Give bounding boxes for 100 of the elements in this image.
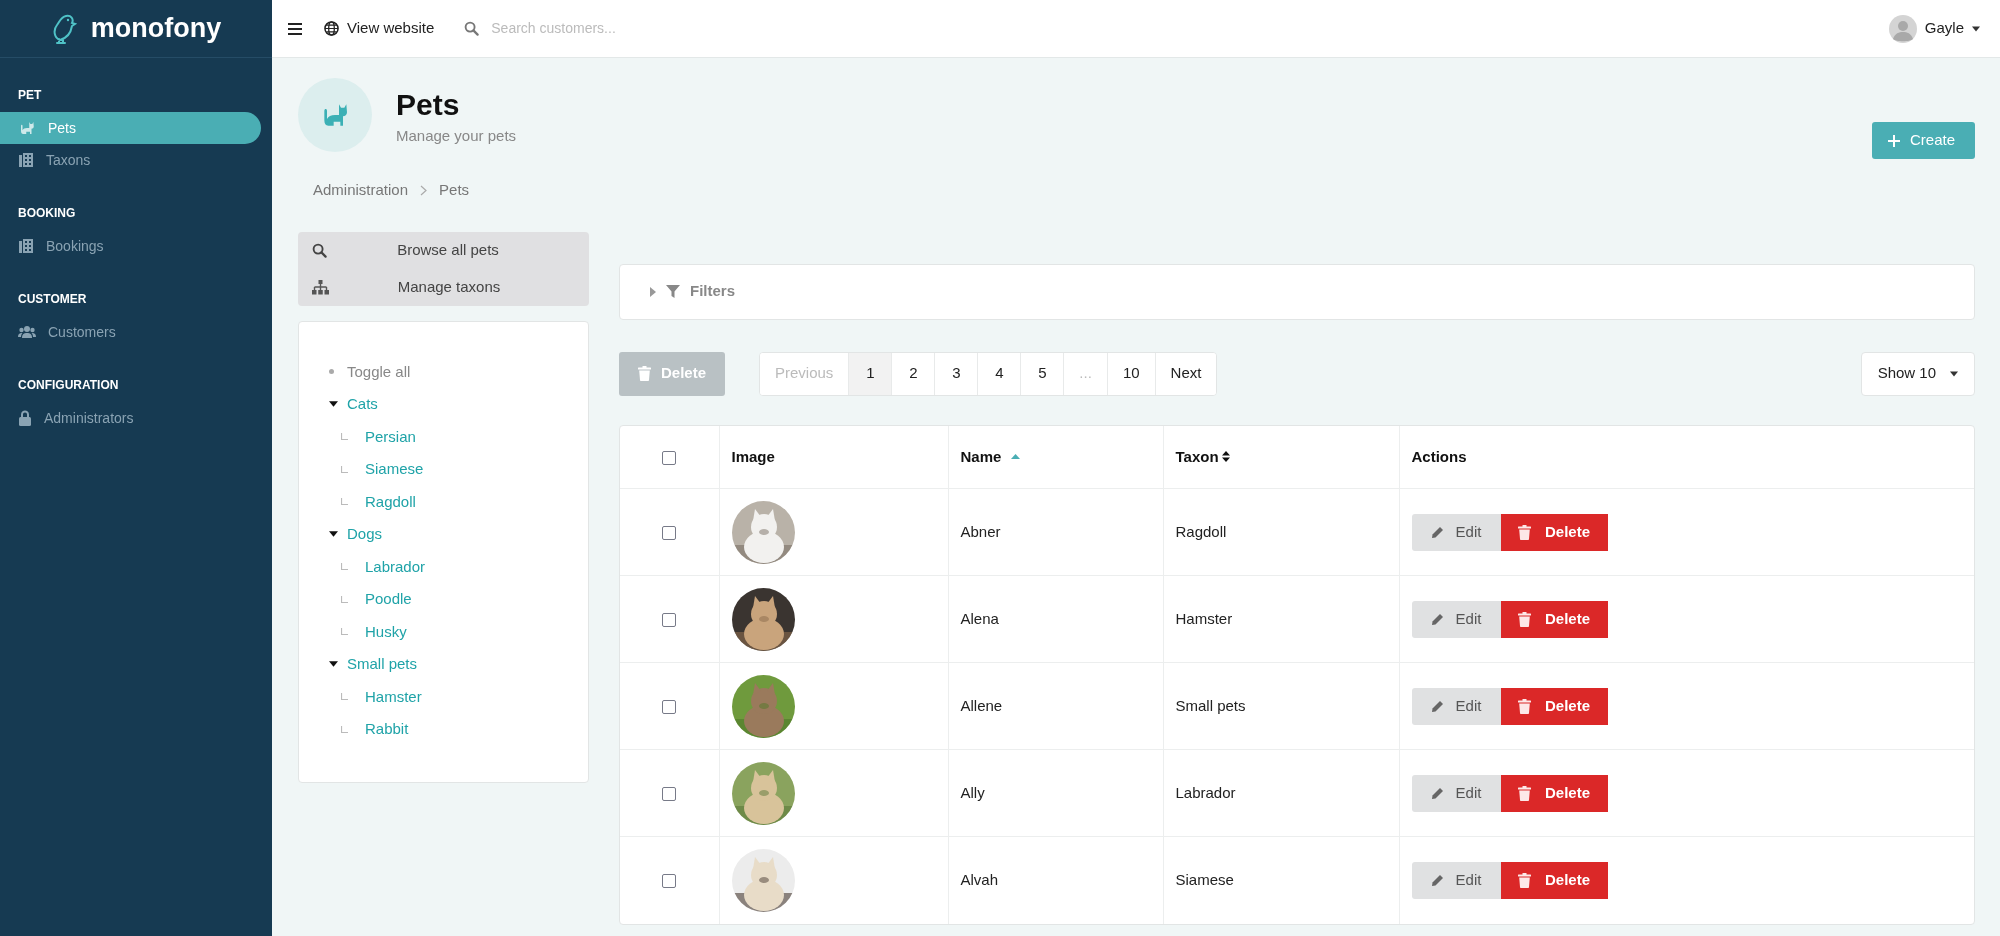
tree-item[interactable]: Persian <box>365 425 416 448</box>
branch-icon <box>341 498 348 506</box>
section-heading: CUSTOMER <box>17 291 88 308</box>
menu-item[interactable]: Manage taxons <box>298 268 589 306</box>
users-icon <box>18 325 36 339</box>
funnel-icon <box>666 284 680 299</box>
table-cell: Alvah <box>960 871 999 888</box>
branch-icon <box>341 693 348 701</box>
branch-icon <box>341 628 348 636</box>
tree-item[interactable]: Small pets <box>347 653 418 676</box>
logo-text: monofony <box>90 12 222 46</box>
toggle-all-link[interactable]: Toggle all <box>347 360 411 383</box>
sidebar-item[interactable]: Pets <box>0 112 261 144</box>
breadcrumb-item[interactable]: Administration <box>313 179 409 202</box>
table-cell: Allene <box>960 696 1003 714</box>
view-website-link[interactable]: View website <box>324 17 435 40</box>
table-cell: Ragdoll <box>1175 522 1227 540</box>
delete-button[interactable]: Delete <box>1500 513 1608 551</box>
sidebar-item[interactable]: Taxons <box>0 144 261 176</box>
delete-button[interactable]: Delete <box>1500 774 1608 812</box>
table-cell: Hamster <box>1175 609 1233 627</box>
edit-button[interactable]: Edit <box>1411 774 1501 812</box>
checkbox[interactable] <box>662 450 677 465</box>
tree-item[interactable]: Husky <box>365 620 407 643</box>
delete-button[interactable]: Delete <box>1500 687 1608 725</box>
page-subtitle: Manage your pets <box>396 126 517 146</box>
building-icon <box>18 238 34 254</box>
globe-icon <box>324 21 339 36</box>
tree-item[interactable]: Ragdoll <box>365 490 416 513</box>
table-cell: Small pets <box>1175 696 1246 714</box>
tree-item[interactable]: Labrador <box>365 555 426 578</box>
avatar-icon <box>1888 14 1917 43</box>
sitemap-icon <box>312 279 329 295</box>
branch-icon <box>341 563 348 571</box>
page-link[interactable]: 1 <box>848 352 892 395</box>
per-page-dropdown[interactable]: Show 10 <box>1860 351 1975 396</box>
trash-icon <box>1518 698 1531 714</box>
branch-icon <box>341 595 348 603</box>
page-link[interactable]: Next <box>1154 352 1217 395</box>
pencil-icon <box>1430 873 1444 887</box>
tree-item[interactable]: Rabbit <box>365 718 409 741</box>
trash-icon <box>1518 872 1531 888</box>
section-heading: BOOKING <box>17 205 77 222</box>
tree-item[interactable]: Poodle <box>365 588 412 611</box>
tree-item[interactable]: Hamster <box>365 685 422 708</box>
section-heading: CONFIGURATION <box>17 377 120 394</box>
table-cell: Ally <box>960 783 985 801</box>
search-icon <box>464 21 480 36</box>
trash-icon <box>1518 524 1531 540</box>
table-cell: Labrador <box>1175 783 1236 801</box>
cat-icon <box>18 119 36 137</box>
menu-item[interactable]: Browse all pets <box>298 231 589 269</box>
breadcrumb-item: Pets <box>439 180 470 200</box>
page-title: Pets <box>396 88 461 121</box>
trash-icon <box>638 366 651 381</box>
checkbox[interactable] <box>662 525 677 540</box>
sidebar-item[interactable]: Customers <box>0 316 261 348</box>
checkbox[interactable] <box>662 612 677 627</box>
plus-icon <box>1887 134 1900 147</box>
pencil-icon <box>1430 525 1444 539</box>
edit-button[interactable]: Edit <box>1411 861 1501 899</box>
menu-button[interactable] <box>288 22 302 35</box>
tree-item[interactable]: Cats <box>347 393 378 416</box>
user-menu[interactable]: Gayle <box>1888 14 1980 43</box>
trash-icon <box>1518 785 1531 801</box>
pencil-icon <box>1430 612 1444 626</box>
tree-item[interactable]: Dogs <box>347 523 383 546</box>
caret-icon <box>1972 25 1980 32</box>
filters-toggle[interactable]: Filters <box>650 280 735 303</box>
create-button[interactable]: Create <box>1871 122 1975 159</box>
table-cell: Alena <box>960 609 999 627</box>
table-cell: Siamese <box>1175 871 1234 888</box>
bullet-icon <box>329 369 334 375</box>
checkbox[interactable] <box>662 874 677 889</box>
delete-button[interactable]: Delete <box>1500 861 1608 899</box>
edit-button[interactable]: Edit <box>1411 513 1501 551</box>
branch-icon <box>341 725 348 733</box>
edit-button[interactable]: Edit <box>1411 600 1501 638</box>
caret-icon <box>1950 370 1958 377</box>
edit-button[interactable]: Edit <box>1411 687 1501 725</box>
delete-button[interactable]: Delete <box>1500 600 1608 638</box>
pencil-icon <box>1430 699 1444 713</box>
column-header[interactable]: Name <box>960 445 1002 468</box>
section-heading: PET <box>17 87 43 104</box>
lock-icon <box>18 410 32 426</box>
building-icon <box>18 152 34 168</box>
sidebar-item[interactable]: Bookings <box>0 230 261 262</box>
branch-icon <box>341 465 348 473</box>
table-cell: Abner <box>960 522 1001 540</box>
column-header: Actions <box>1411 446 1467 467</box>
tree-item[interactable]: Siamese <box>365 458 424 481</box>
sidebar-item[interactable]: Administrators <box>0 402 261 434</box>
column-header[interactable]: Taxon <box>1175 445 1219 468</box>
menu-icon <box>288 22 302 35</box>
checkbox[interactable] <box>662 786 677 801</box>
chevron-icon <box>420 184 428 196</box>
checkbox[interactable] <box>662 699 677 714</box>
pencil-icon <box>1430 786 1444 800</box>
column-header: Image <box>731 446 775 467</box>
branch-icon <box>341 433 348 441</box>
